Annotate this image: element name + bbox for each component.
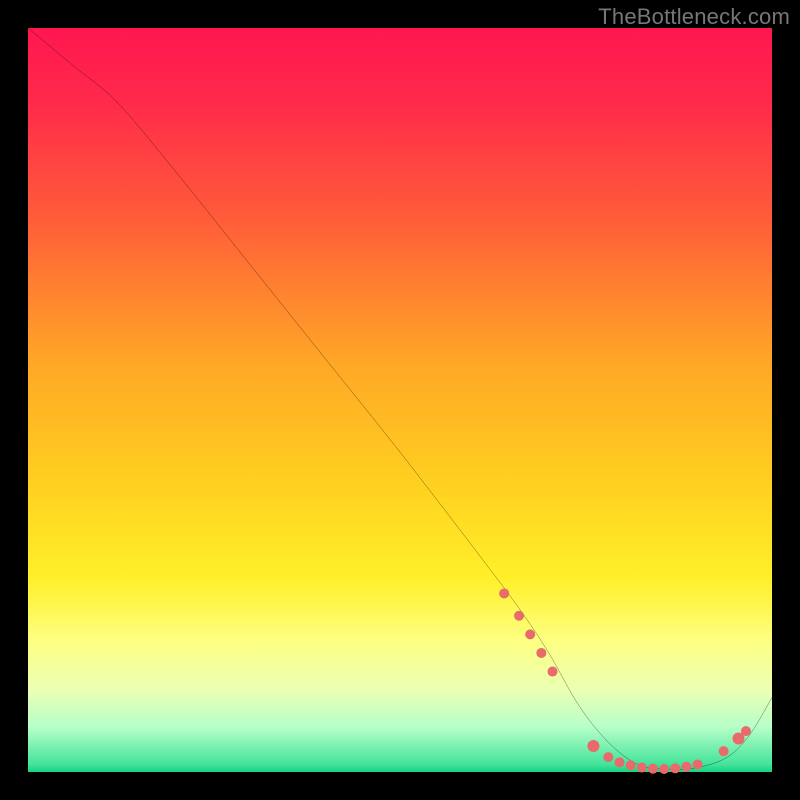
data-marker <box>681 762 691 772</box>
data-marker <box>499 588 509 598</box>
data-marker <box>637 763 647 773</box>
data-marker <box>626 760 636 770</box>
data-marker <box>693 760 703 770</box>
chart-frame: TheBottleneck.com <box>0 0 800 800</box>
data-marker <box>719 746 729 756</box>
plot-area <box>28 28 772 772</box>
bottleneck-curve-path <box>28 28 772 769</box>
data-marker <box>536 648 546 658</box>
data-marker <box>548 667 558 677</box>
marker-layer <box>499 588 751 774</box>
data-marker <box>514 611 524 621</box>
data-marker <box>648 764 658 774</box>
data-marker <box>614 757 624 767</box>
data-marker <box>603 752 613 762</box>
attribution-text: TheBottleneck.com <box>598 4 790 30</box>
data-marker <box>659 764 669 774</box>
data-marker <box>525 629 535 639</box>
data-marker <box>587 740 599 752</box>
chart-overlay <box>28 28 772 772</box>
data-marker <box>670 763 680 773</box>
data-marker <box>741 726 751 736</box>
